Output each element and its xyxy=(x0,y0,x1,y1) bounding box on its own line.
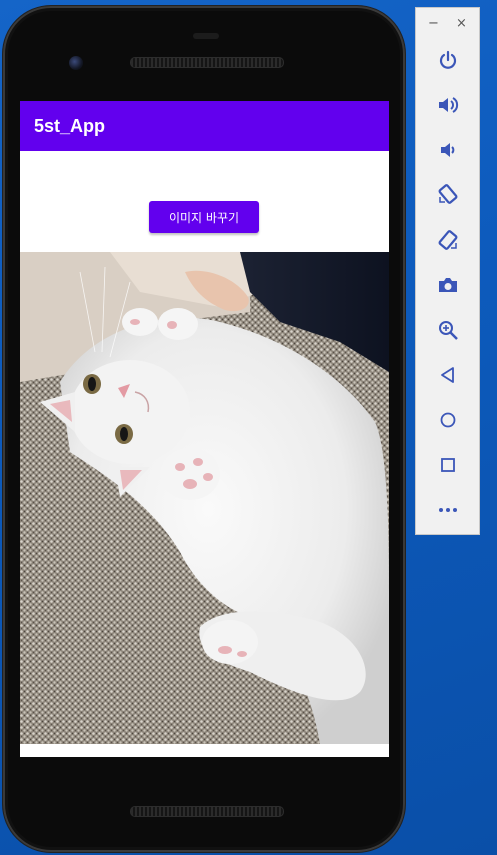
window-minimize-button[interactable]: − xyxy=(428,16,439,31)
emulator-toolbar: − × xyxy=(415,7,480,535)
bottom-speaker-grille xyxy=(130,806,284,817)
back-icon[interactable] xyxy=(436,363,460,387)
app-bar: 5st_App xyxy=(20,101,389,151)
emulator-device-frame: 5st_App 이미지 바꾸기 xyxy=(3,6,405,852)
rotate-right-icon[interactable] xyxy=(436,228,460,252)
app-title: 5st_App xyxy=(34,115,106,136)
zoom-icon[interactable] xyxy=(436,318,460,342)
cat-photo xyxy=(20,252,389,744)
top-speaker-grille xyxy=(130,57,284,68)
app-screen: 5st_App 이미지 바꾸기 xyxy=(20,101,389,757)
home-icon[interactable] xyxy=(436,408,460,432)
change-image-button[interactable]: 이미지 바꾸기 xyxy=(149,201,259,233)
rotate-left-icon[interactable] xyxy=(436,182,460,206)
overview-icon[interactable] xyxy=(436,453,460,477)
earpiece-slot xyxy=(193,33,219,39)
power-icon[interactable] xyxy=(436,48,460,72)
volume-down-icon[interactable] xyxy=(436,138,460,162)
camera-icon[interactable] xyxy=(436,273,460,297)
front-camera xyxy=(69,56,83,70)
window-close-button[interactable]: × xyxy=(456,16,467,31)
more-icon[interactable] xyxy=(436,498,460,522)
volume-up-icon[interactable] xyxy=(436,93,460,117)
